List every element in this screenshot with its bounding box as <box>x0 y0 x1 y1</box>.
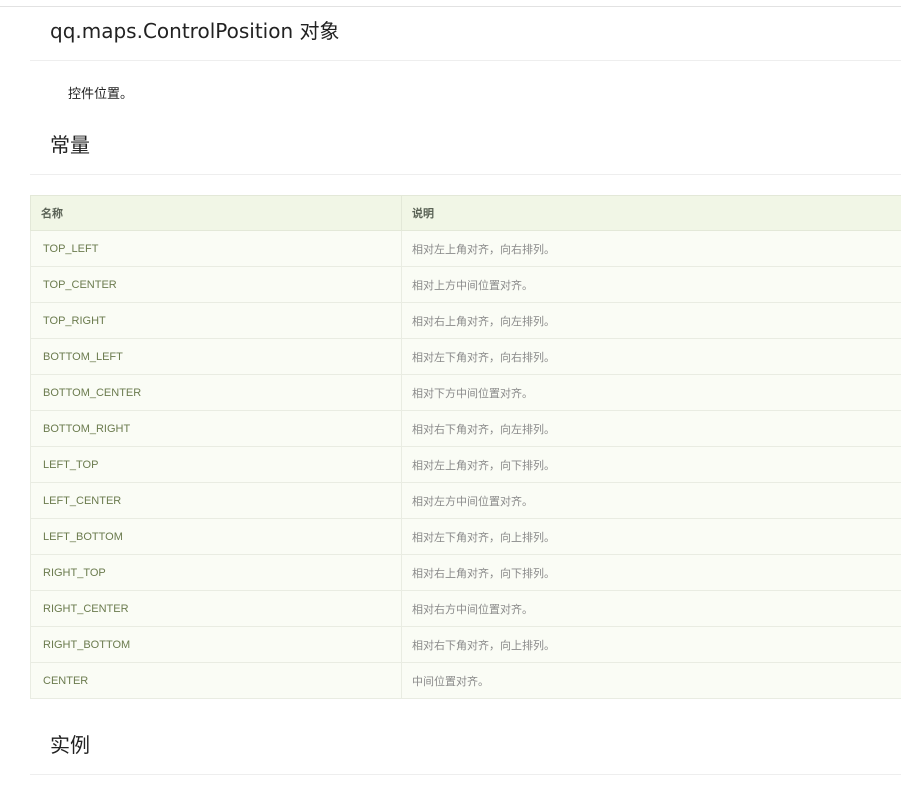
constant-description-cell: 相对左上角对齐，向右排列。 <box>401 230 901 267</box>
constant-description-cell: 相对右下角对齐，向左排列。 <box>401 410 901 447</box>
constants-divider <box>30 174 901 175</box>
table-row: BOTTOM_LEFT 相对左下角对齐，向右排列。 <box>30 338 901 375</box>
constant-description-cell: 中间位置对齐。 <box>401 662 901 699</box>
table-row: RIGHT_TOP 相对右上角对齐，向下排列。 <box>30 554 901 591</box>
table-row: LEFT_BOTTOM 相对左下角对齐，向上排列。 <box>30 518 901 555</box>
constant-name-cell: BOTTOM_LEFT <box>30 338 402 375</box>
constant-description-cell: 相对左方中间位置对齐。 <box>401 482 901 519</box>
example-divider <box>30 774 901 775</box>
constant-description-cell: 相对右上角对齐，向左排列。 <box>401 302 901 339</box>
table-header-row: 名称 说明 <box>30 195 901 231</box>
object-description: 控件位置。 <box>68 87 134 102</box>
example-heading: 实例 <box>50 733 90 757</box>
constants-table-container: 名称 说明 TOP_LEFT 相对左上角对齐，向右排列。 TOP_CENTER 相对上… <box>30 195 901 699</box>
constant-description-cell: 相对下方中间位置对齐。 <box>401 374 901 411</box>
constants-heading: 常量 <box>50 133 90 157</box>
constant-description-cell: 相对右上角对齐，向下排列。 <box>401 554 901 591</box>
table-row: TOP_CENTER 相对上方中间位置对齐。 <box>30 266 901 303</box>
table-row: RIGHT_BOTTOM 相对右下角对齐，向上排列。 <box>30 626 901 663</box>
constant-description-cell: 相对左下角对齐，向右排列。 <box>401 338 901 375</box>
constant-name-cell: LEFT_BOTTOM <box>30 518 402 555</box>
constant-name-cell: CENTER <box>30 662 402 699</box>
top-divider <box>0 0 901 7</box>
title-divider <box>30 60 901 61</box>
constant-description-cell: 相对左下角对齐，向上排列。 <box>401 518 901 555</box>
constant-name-cell: RIGHT_CENTER <box>30 590 402 627</box>
table-row: BOTTOM_RIGHT 相对右下角对齐，向左排列。 <box>30 410 901 447</box>
table-row: TOP_LEFT 相对左上角对齐，向右排列。 <box>30 230 901 267</box>
constant-name-cell: LEFT_CENTER <box>30 482 402 519</box>
table-row: LEFT_CENTER 相对左方中间位置对齐。 <box>30 482 901 519</box>
table-row: TOP_RIGHT 相对右上角对齐，向左排列。 <box>30 302 901 339</box>
constant-description-cell: 相对右方中间位置对齐。 <box>401 590 901 627</box>
constant-name-cell: BOTTOM_CENTER <box>30 374 402 411</box>
constant-name-cell: RIGHT_TOP <box>30 554 402 591</box>
constant-description-cell: 相对左上角对齐，向下排列。 <box>401 446 901 483</box>
table-row: CENTER 中间位置对齐。 <box>30 662 901 699</box>
page-title: qq.maps.ControlPosition 对象 <box>50 19 340 43</box>
constants-table-body: TOP_LEFT 相对左上角对齐，向右排列。 TOP_CENTER 相对上方中间位置对… <box>30 230 901 699</box>
constant-name-cell: TOP_RIGHT <box>30 302 402 339</box>
constant-name-cell: BOTTOM_RIGHT <box>30 410 402 447</box>
constant-name-cell: TOP_LEFT <box>30 230 402 267</box>
table-row: BOTTOM_CENTER 相对下方中间位置对齐。 <box>30 374 901 411</box>
table-row: RIGHT_CENTER 相对右方中间位置对齐。 <box>30 590 901 627</box>
constant-description-cell: 相对上方中间位置对齐。 <box>401 266 901 303</box>
column-header-description: 说明 <box>401 195 901 231</box>
constant-name-cell: RIGHT_BOTTOM <box>30 626 402 663</box>
constant-name-cell: TOP_CENTER <box>30 266 402 303</box>
column-header-name: 名称 <box>30 195 402 231</box>
constants-table: 名称 说明 TOP_LEFT 相对左上角对齐，向右排列。 TOP_CENTER 相对上… <box>30 195 901 699</box>
table-row: LEFT_TOP 相对左上角对齐，向下排列。 <box>30 446 901 483</box>
constant-description-cell: 相对右下角对齐，向上排列。 <box>401 626 901 663</box>
constant-name-cell: LEFT_TOP <box>30 446 402 483</box>
